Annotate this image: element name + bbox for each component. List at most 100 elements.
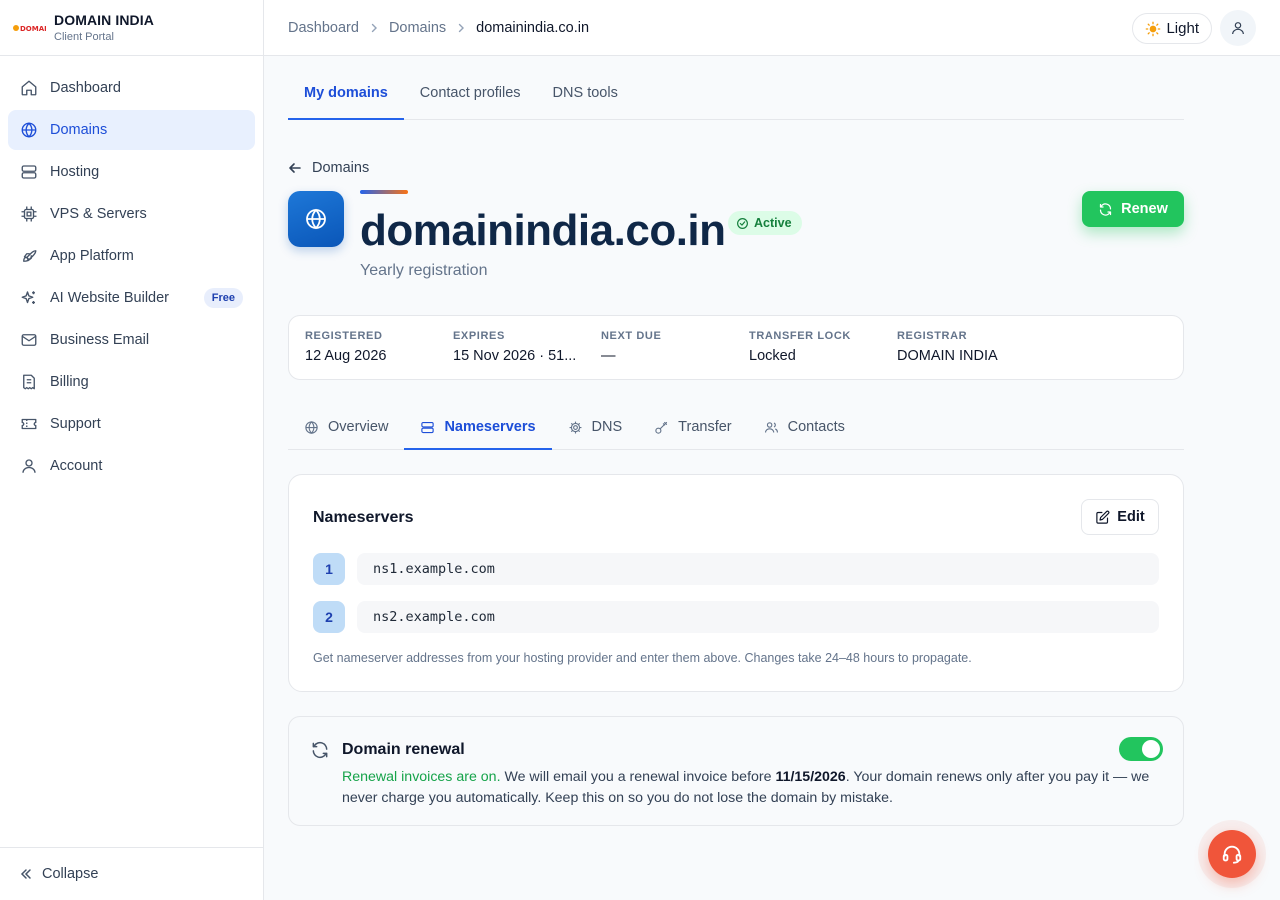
sidebar-item-account[interactable]: Account: [8, 446, 255, 486]
tab-nameservers[interactable]: Nameservers: [404, 405, 552, 450]
tab-contacts[interactable]: Contacts: [748, 405, 861, 449]
fact-label: REGISTERED: [305, 330, 383, 342]
tab-overview[interactable]: Overview: [288, 405, 404, 449]
theme-toggle-button[interactable]: Light: [1132, 13, 1212, 44]
chevrons-left-icon: [20, 869, 31, 879]
support-chat-button[interactable]: [1208, 830, 1256, 878]
headset-icon: [1222, 845, 1242, 864]
sidebar-item-label: VPS & Servers: [50, 206, 147, 222]
fact-registrar: REGISTRAR DOMAIN INDIA: [897, 316, 1045, 379]
renew-button[interactable]: Renew: [1082, 191, 1184, 227]
breadcrumb-dashboard[interactable]: Dashboard: [288, 20, 359, 36]
breadcrumb-domains[interactable]: Domains: [389, 20, 446, 36]
tab-label: DNS: [591, 419, 623, 435]
breadcrumb: Dashboard Domains domainindia.co.in: [288, 20, 589, 36]
back-link[interactable]: Domains: [288, 160, 369, 176]
tab-transfer[interactable]: Transfer: [638, 405, 747, 449]
sidebar-item-billing[interactable]: Billing: [8, 362, 255, 402]
nameserver-row: 2 ns2.example.com: [313, 601, 1159, 633]
sparkles-icon: [21, 291, 35, 304]
sidebar-item-label: Domains: [50, 122, 108, 138]
sidebar-item-label: Dashboard: [50, 80, 121, 96]
sidebar-item-app-platform[interactable]: App Platform: [8, 236, 255, 276]
cpu-icon: [21, 206, 37, 222]
server-icon: [421, 421, 435, 433]
sidebar-item-dashboard[interactable]: Dashboard: [8, 68, 255, 108]
sun-icon: [1146, 21, 1161, 36]
sidebar-item-hosting[interactable]: Hosting: [8, 152, 255, 192]
edit-label: Edit: [1117, 509, 1145, 525]
brand-subtitle: Client Portal: [54, 31, 114, 43]
back-label: Domains: [312, 160, 370, 176]
fact-label: REGISTRAR: [897, 330, 968, 342]
domain-section-tabs: My domains Contact profiles DNS tools: [288, 66, 1184, 120]
fact-expires: EXPIRES 15 Nov 2026 · 51...: [453, 316, 601, 379]
breadcrumb-current: domainindia.co.in: [476, 19, 590, 36]
edit-nameservers-button[interactable]: Edit: [1081, 499, 1159, 535]
nameserver-number: 1: [313, 553, 345, 585]
refresh-icon: [312, 741, 328, 759]
domain-subtitle: Yearly registration: [360, 262, 488, 279]
fact-label: EXPIRES: [453, 330, 505, 342]
sidebar-item-support[interactable]: Support: [8, 404, 255, 444]
tab-label: Nameservers: [444, 419, 536, 435]
arrow-left-icon: [289, 163, 301, 173]
fact-transfer-lock: TRANSFER LOCK Locked: [749, 316, 897, 379]
section-title: Domain renewal: [342, 741, 465, 758]
tab-label: Overview: [328, 419, 389, 435]
home-icon: [21, 80, 37, 96]
sidebar-item-label: Hosting: [50, 164, 100, 180]
section-title: Nameservers: [313, 509, 414, 526]
sidebar-item-label: Business Email: [50, 332, 150, 348]
sidebar-item-domains[interactable]: Domains: [8, 110, 255, 150]
user-menu-button[interactable]: [1220, 10, 1256, 46]
domain-avatar: [288, 191, 344, 247]
sidebar-item-business-email[interactable]: Business Email: [8, 320, 255, 360]
renew-label: Renew: [1121, 201, 1168, 217]
user-icon: [1232, 22, 1244, 35]
status-label: Active: [754, 216, 792, 230]
top-bar: Dashboard Domains domainindia.co.in Ligh…: [264, 0, 1280, 56]
refresh-icon: [1100, 202, 1112, 216]
theme-label: Light: [1166, 20, 1199, 37]
check-circle-icon: [737, 217, 748, 229]
nameserver-row: 1 ns1.example.com: [313, 553, 1159, 585]
nameservers-help-text: Get nameserver addresses from your hosti…: [313, 651, 972, 665]
tab-contact-profiles[interactable]: Contact profiles: [404, 66, 537, 119]
fact-value: 15 Nov 2026 · 51...: [453, 348, 577, 364]
tab-label: Contacts: [787, 419, 845, 435]
renewal-invoice-toggle[interactable]: [1119, 737, 1163, 761]
nameserver-2-field[interactable]: ns2.example.com: [357, 601, 1159, 633]
brand[interactable]: DOMAIN INDIA DOMAIN INDIA Client Portal: [0, 0, 263, 56]
tab-my-domains[interactable]: My domains: [288, 66, 404, 120]
server-icon: [21, 165, 37, 179]
nameserver-1-field[interactable]: ns1.example.com: [357, 553, 1159, 585]
fact-value: 12 Aug 2026: [305, 348, 387, 364]
ticket-icon: [21, 418, 37, 430]
sidebar-item-ai-website-builder[interactable]: AI Website Builder Free: [8, 278, 255, 318]
fact-label: NEXT DUE: [601, 330, 662, 342]
status-badge: Active: [728, 211, 802, 235]
fact-registered: REGISTERED 12 Aug 2026: [305, 316, 453, 379]
toggle-knob: [1142, 740, 1160, 758]
tab-label: Transfer: [678, 419, 732, 435]
renewal-date: 11/15/2026: [775, 769, 846, 785]
domain-renewal-card: Domain renewal Renewal invoices are on. …: [288, 716, 1184, 826]
receipt-icon: [23, 374, 35, 390]
collapse-label: Collapse: [42, 866, 99, 882]
mail-icon: [21, 334, 37, 346]
page-title: domainindia.co.in: [360, 206, 726, 255]
sidebar-nav: Dashboard Domains Hosting VPS & Servers …: [0, 56, 263, 486]
nameserver-number: 2: [313, 601, 345, 633]
fact-value: —: [601, 348, 616, 364]
fact-value: DOMAIN INDIA: [897, 348, 998, 364]
tab-dns[interactable]: DNS: [552, 405, 639, 449]
tab-dns-tools[interactable]: DNS tools: [537, 66, 634, 119]
sidebar-item-label: Support: [50, 416, 101, 432]
renewal-description: Renewal invoices are on. We will email y…: [342, 767, 1172, 809]
fact-next-due: NEXT DUE —: [601, 316, 749, 379]
chevron-right-icon: [458, 23, 465, 32]
sidebar-item-vps-servers[interactable]: VPS & Servers: [8, 194, 255, 234]
collapse-button[interactable]: Collapse: [0, 847, 263, 900]
free-badge: Free: [203, 288, 243, 308]
